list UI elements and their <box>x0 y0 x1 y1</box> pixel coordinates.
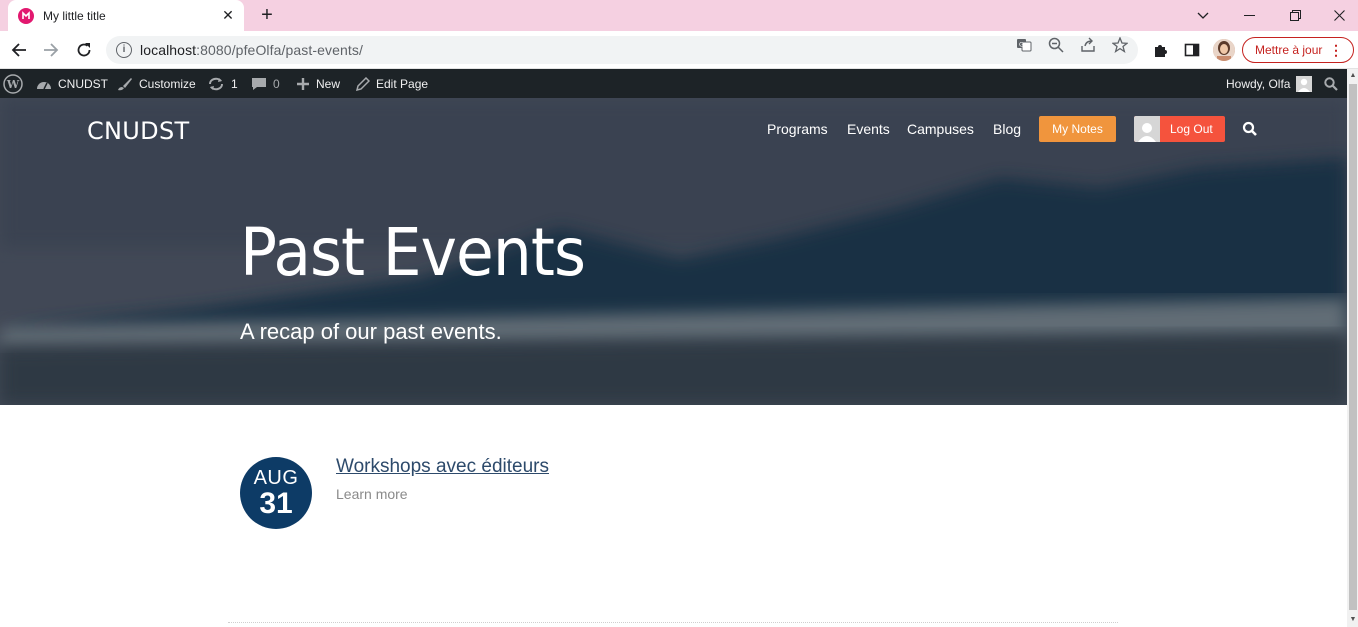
dashboard-gauge-icon <box>37 81 51 89</box>
logout-button[interactable]: Log Out <box>1134 116 1225 142</box>
tab-search-chevron-icon[interactable] <box>1180 0 1226 31</box>
browser-toolbar: i localhost:8080/pfeOlfa/past-events/ G … <box>0 31 1358 69</box>
nav-events[interactable]: Events <box>847 121 890 137</box>
adminbar-comments[interactable]: 0 <box>251 69 280 98</box>
tab-title: My little title <box>43 8 106 23</box>
back-arrow-icon[interactable] <box>7 38 31 62</box>
updates-refresh-icon <box>209 77 223 90</box>
update-chrome-button[interactable]: Mettre à jour ⋮ <box>1242 37 1354 63</box>
svg-text:G: G <box>1019 42 1024 49</box>
extensions-puzzle-icon[interactable] <box>1150 40 1170 60</box>
reload-icon[interactable] <box>72 38 96 62</box>
address-bar[interactable]: i localhost:8080/pfeOlfa/past-events/ <box>106 36 1138 64</box>
page-title: Past Events <box>240 214 586 291</box>
browser-tab-strip: My little title ✕ + <box>0 0 1358 31</box>
share-icon[interactable] <box>1080 37 1096 53</box>
event-day: 31 <box>259 487 293 520</box>
wp-admin-bar: W CNUDST Customize 1 0 New Edit Page How… <box>0 69 1347 98</box>
paintbrush-icon <box>118 77 132 90</box>
url-text: localhost:8080/pfeOlfa/past-events/ <box>140 42 363 58</box>
logout-label: Log Out <box>1170 122 1213 136</box>
more-menu-icon[interactable]: ⋮ <box>1329 43 1343 57</box>
event-month: AUG <box>253 467 299 489</box>
svg-text:W: W <box>6 78 20 91</box>
nav-campuses[interactable]: Campuses <box>907 121 974 137</box>
site-search-icon[interactable] <box>1242 121 1258 137</box>
site-info-icon[interactable]: i <box>116 42 132 58</box>
adminbar-howdy[interactable]: Howdy, Olfa <box>1226 69 1313 98</box>
minimize-button[interactable] <box>1226 0 1272 31</box>
wordpress-logo-icon[interactable]: W <box>3 69 29 98</box>
page-scrollbar-thumb[interactable] <box>1349 84 1357 610</box>
site-brand-logo[interactable]: CNUDST <box>87 117 189 145</box>
adminbar-edit-page[interactable]: Edit Page <box>356 69 428 98</box>
restore-button[interactable] <box>1272 0 1318 31</box>
profile-avatar[interactable] <box>1213 39 1235 61</box>
bookmark-star-icon[interactable] <box>1112 37 1128 53</box>
plus-icon <box>297 77 309 90</box>
hero-overlay <box>0 98 1347 405</box>
user-avatar-icon <box>1296 75 1313 92</box>
scroll-down-arrow-icon[interactable]: ▼ <box>1348 615 1358 625</box>
adminbar-search-icon[interactable] <box>1324 69 1344 98</box>
event-title-link[interactable]: Workshops avec éditeurs <box>336 456 549 478</box>
nav-blog[interactable]: Blog <box>993 121 1021 137</box>
adminbar-site-name[interactable]: CNUDST <box>36 69 108 98</box>
event-learn-more-link[interactable]: Learn more <box>336 486 408 502</box>
adminbar-customize[interactable]: Customize <box>117 69 196 98</box>
adminbar-updates[interactable]: 1 <box>207 69 238 98</box>
page-subtitle: A recap of our past events. <box>240 319 502 344</box>
close-window-button[interactable] <box>1316 0 1358 31</box>
my-notes-button[interactable]: My Notes <box>1039 116 1116 142</box>
hero-banner <box>0 98 1347 405</box>
site-favicon-icon <box>18 7 34 24</box>
comment-bubble-icon <box>252 77 266 90</box>
adminbar-new[interactable]: New <box>296 69 340 98</box>
tab-close-icon[interactable]: ✕ <box>220 7 236 24</box>
new-tab-button[interactable]: + <box>256 4 278 26</box>
nav-programs[interactable]: Programs <box>767 121 828 137</box>
zoom-out-icon[interactable] <box>1048 37 1064 53</box>
content-divider <box>228 622 1118 623</box>
update-label: Mettre à jour <box>1255 43 1323 57</box>
event-date-badge[interactable]: AUG 31 <box>240 457 312 529</box>
scroll-up-arrow-icon[interactable]: ▲ <box>1348 71 1358 81</box>
pencil-icon <box>356 76 370 91</box>
translate-icon[interactable]: G <box>1016 37 1032 53</box>
user-avatar-icon <box>1134 116 1160 142</box>
side-panel-icon[interactable] <box>1182 40 1202 60</box>
browser-tab[interactable]: My little title ✕ <box>8 0 244 31</box>
forward-arrow-icon[interactable] <box>39 38 63 62</box>
